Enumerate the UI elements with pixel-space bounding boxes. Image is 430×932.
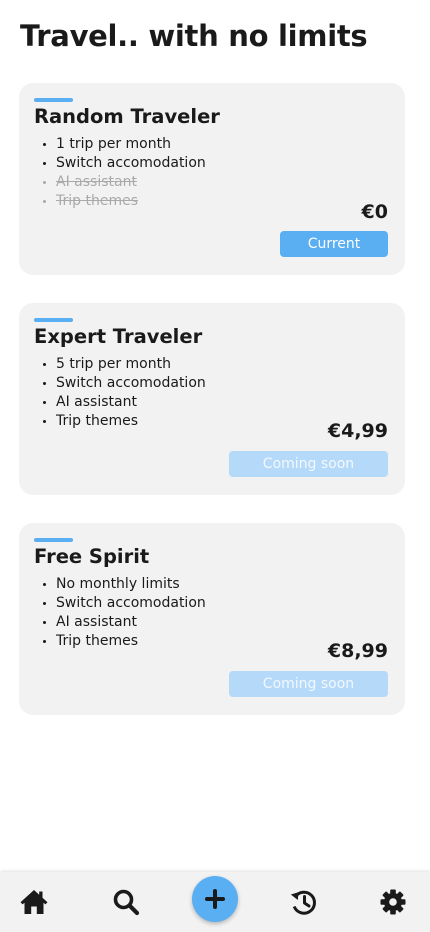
coming-soon-button[interactable]: Coming soon: [229, 671, 388, 697]
plan-card-free-spirit: Free Spirit No monthly limits Switch acc…: [19, 523, 405, 715]
feature-item: Trip themes: [34, 412, 206, 431]
plan-price: €4,99: [327, 420, 388, 442]
home-icon: [20, 890, 48, 914]
add-trip-button[interactable]: [192, 876, 238, 922]
plan-card-random-traveler: Random Traveler 1 trip per month Switch …: [19, 83, 405, 275]
plan-card-expert-traveler: Expert Traveler 5 trip per month Switch …: [19, 303, 405, 495]
plan-price: €0: [361, 201, 388, 223]
feature-list: 5 trip per month Switch accomodation AI …: [34, 355, 206, 431]
feature-item: AI assistant: [34, 393, 206, 412]
card-accent-bar: [34, 538, 73, 542]
feature-list: 1 trip per month Switch accomodation AI …: [34, 135, 206, 211]
nav-home-button[interactable]: [18, 886, 50, 918]
nav-settings-button[interactable]: [377, 886, 409, 918]
feature-list: No monthly limits Switch accomodation AI…: [34, 575, 206, 651]
plan-name: Random Traveler: [34, 105, 220, 128]
feature-item-unavailable: AI assistant: [34, 173, 206, 192]
feature-item-unavailable: Trip themes: [34, 192, 206, 211]
plan-name: Free Spirit: [34, 545, 150, 568]
feature-item: 5 trip per month: [34, 355, 206, 374]
current-plan-button[interactable]: Current: [280, 231, 388, 257]
search-icon: [113, 889, 140, 916]
card-accent-bar: [34, 98, 73, 102]
feature-item: No monthly limits: [34, 575, 206, 594]
coming-soon-button[interactable]: Coming soon: [229, 451, 388, 477]
plan-price: €8,99: [327, 640, 388, 662]
plan-name: Expert Traveler: [34, 325, 203, 348]
plus-icon: [205, 889, 225, 909]
feature-item: AI assistant: [34, 613, 206, 632]
history-icon: [290, 890, 316, 915]
nav-history-button[interactable]: [288, 886, 320, 918]
nav-search-button[interactable]: [110, 886, 142, 918]
feature-item: Switch accomodation: [34, 374, 206, 393]
feature-item: Switch accomodation: [34, 154, 206, 173]
gear-icon: [380, 889, 406, 915]
feature-item: Switch accomodation: [34, 594, 206, 613]
feature-item: 1 trip per month: [34, 135, 206, 154]
feature-item: Trip themes: [34, 632, 206, 651]
bottom-nav: [0, 872, 430, 932]
page-title: Travel.. with no limits: [20, 19, 368, 53]
card-accent-bar: [34, 318, 73, 322]
